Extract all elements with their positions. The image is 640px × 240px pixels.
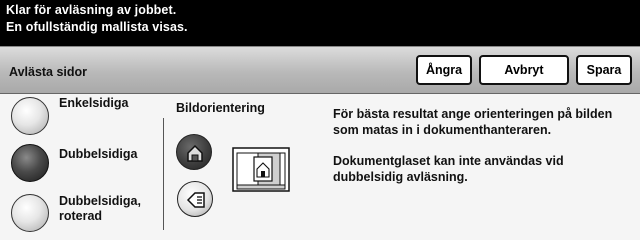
- feature-header: Avlästa sidor Ångra Avbryt Spara: [0, 46, 640, 94]
- status-message-line2: En ofullständig mallista visas.: [6, 20, 188, 34]
- orientation-hint: För bästa resultat ange orienteringen på…: [333, 107, 633, 138]
- sideways-image-icon: [186, 192, 205, 208]
- glass-warning-line1: Dokumentglaset kan inte användas vid: [333, 154, 564, 168]
- upright-orientation-button[interactable]: [176, 134, 212, 170]
- feature-title: Avlästa sidor: [9, 65, 88, 79]
- two-sided-rotated-label: Dubbelsidiga, roterad: [59, 194, 141, 224]
- two-sided-rotated-radio[interactable]: [11, 194, 49, 232]
- upright-image-icon: [187, 144, 203, 162]
- orientation-hint-line1: För bästa resultat ange orienteringen på…: [333, 107, 613, 121]
- status-bar: Klar för avläsning av jobbet. En ofullst…: [0, 0, 640, 46]
- orientation-title: Bildorientering: [176, 101, 265, 115]
- glass-warning-line2: dubbelsidig avläsning.: [333, 169, 468, 184]
- one-sided-radio[interactable]: [11, 97, 49, 135]
- two-sided-rotated-label-line2: roterad: [59, 209, 103, 223]
- two-sided-label: Dubbelsidiga: [59, 147, 138, 161]
- document-feeder-illustration: [232, 147, 290, 192]
- sideways-orientation-button[interactable]: [177, 181, 213, 217]
- section-divider: [163, 118, 164, 230]
- one-sided-label: Enkelsidiga: [59, 96, 129, 110]
- glass-warning: Dokumentglaset kan inte användas vid dub…: [333, 154, 633, 185]
- save-button[interactable]: Spara: [576, 55, 632, 85]
- undo-button[interactable]: Ångra: [416, 55, 472, 85]
- two-sided-radio[interactable]: [11, 144, 49, 182]
- two-sided-rotated-label-line1: Dubbelsidiga,: [59, 194, 141, 208]
- cancel-button[interactable]: Avbryt: [479, 55, 569, 85]
- orientation-hint-line2: som matas in i dokumenthanteraren.: [333, 122, 552, 137]
- status-message-line1: Klar för avläsning av jobbet.: [6, 3, 177, 17]
